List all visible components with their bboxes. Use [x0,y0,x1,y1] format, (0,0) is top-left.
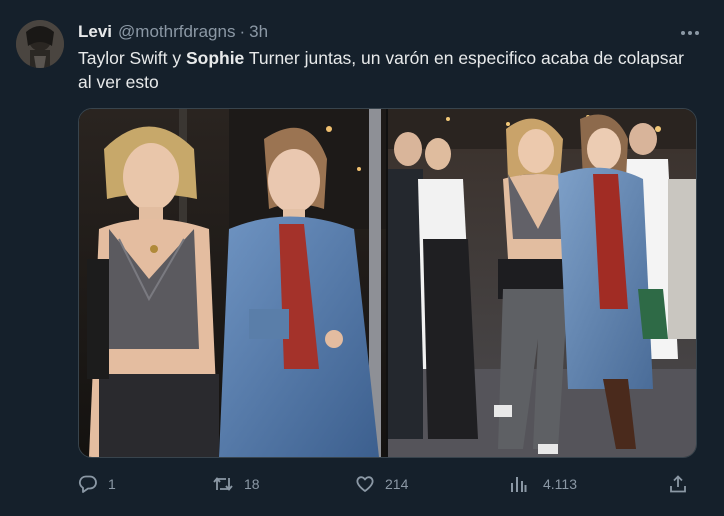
tweet-actions: 1 18 214 4.113 [78,470,698,498]
reply-button[interactable]: 1 [78,470,116,498]
media-photo-left[interactable] [79,109,386,457]
tweet-text-highlight: Sophie [185,48,245,68]
like-count: 214 [385,476,409,492]
timestamp[interactable]: 3h [249,22,268,42]
author-handle[interactable]: @mothrfdragns [118,22,235,42]
retweet-button[interactable]: 18 [212,470,260,498]
heart-icon [355,474,375,494]
reply-count: 1 [108,476,116,492]
share-upload-icon [668,474,688,494]
avatar[interactable] [16,20,64,68]
tweet-text-part-1: Taylor Swift y [78,48,186,68]
media-photo-right[interactable] [387,109,696,457]
retweet-count: 18 [244,476,260,492]
more-options-button[interactable] [678,22,702,42]
tweet-media[interactable] [78,108,697,458]
view-count: 4.113 [543,476,577,492]
tweet[interactable]: Levi @mothrfdragns · 3h Taylor Swift y S… [0,0,724,516]
more-horizontal-icon [680,23,700,41]
tweet-text: Taylor Swift y Sophie Turner juntas, un … [78,46,698,94]
share-button[interactable] [668,470,688,498]
retweet-icon [212,474,234,494]
bar-chart-icon [509,474,527,494]
reply-bubble-icon [78,474,98,494]
views-button[interactable]: 4.113 [509,470,577,498]
separator-dot: · [239,22,246,41]
tweet-header: Levi @mothrfdragns · 3h [78,22,268,42]
author-name[interactable]: Levi [78,22,112,42]
like-button[interactable]: 214 [355,470,408,498]
